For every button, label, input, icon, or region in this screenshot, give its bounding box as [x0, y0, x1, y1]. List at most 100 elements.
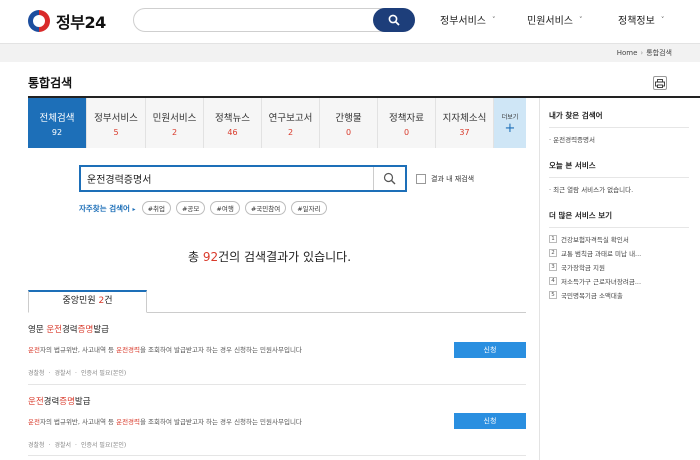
desc-text: 을 조회하여 발급받고자 하는 경우 신청하는 민원사무입니다	[140, 346, 302, 354]
keyword-chip[interactable]: #국민참여	[244, 201, 287, 215]
tab-policy-materials[interactable]: 정책자료 0	[378, 98, 436, 148]
result-meta: 경찰청 · 경찰서 · 인증서 필요(본인)	[28, 440, 526, 449]
list-item[interactable]: 2 교통 범칙금 과태료 미납 내...	[549, 246, 689, 260]
plus-icon: +	[504, 120, 516, 136]
desc-text: 자의 법규위반, 사고내역 등	[39, 418, 117, 426]
keyword-chip[interactable]: #여행	[210, 201, 240, 215]
tab-policy-news[interactable]: 정책뉴스 46	[204, 98, 262, 148]
list-item[interactable]: 1 건강보험자격득실 확인서	[549, 232, 689, 246]
site-logo[interactable]: 정부24	[28, 9, 106, 33]
list-number: 4	[549, 277, 557, 285]
empty-state-label: 최근 열람 서비스가 없습니다.	[553, 186, 634, 194]
list-item[interactable]: 5 국민명목기금 소액대출	[549, 288, 689, 302]
site-header: 정부24 정부서비스 ˅ 민원서비스 ˅ 정책정보 ˅	[0, 0, 700, 44]
list-label: 건강보험자격득실 확인서	[561, 236, 629, 244]
print-button[interactable]	[653, 76, 667, 90]
nav-civil-services[interactable]: 민원서비스 ˅	[527, 12, 583, 28]
summary-count: 92	[202, 250, 219, 264]
result-meta: 경찰청 · 경찰서 · 인증서 필요(본인)	[28, 368, 526, 377]
meta-separator: ·	[48, 442, 51, 449]
tab-label: 연구보고서	[268, 112, 313, 124]
search-icon	[388, 14, 400, 26]
meta-separator: ·	[48, 370, 51, 377]
tab-all[interactable]: 전체검색 92	[28, 98, 87, 148]
list-item[interactable]: 4 저소득가구 근로자녀장려금...	[549, 274, 689, 288]
desc-text: 자의 법규위반, 사고내역 등	[39, 346, 117, 354]
tab-count: 2	[287, 127, 294, 137]
list-label: 저소득가구 근로자녀장려금...	[561, 278, 642, 286]
meta-separator: ·	[75, 370, 77, 377]
meta-auth: 인증서 필요(본인)	[80, 442, 127, 449]
result-description: 운전자의 법규위반, 사고내역 등 운전경력을 조회하여 발급받고자 하는 경우…	[28, 416, 526, 426]
tab-count: 46	[227, 127, 238, 137]
breadcrumb-current: 통합검색	[646, 49, 672, 57]
result-description: 운전자의 법규위반, 사고내역 등 운전경력을 조회하여 발급받고자 하는 경우…	[28, 344, 526, 354]
nav-label: 정부서비스	[440, 16, 486, 27]
title-text: 경력	[43, 397, 60, 407]
desc-highlight: 운전경력	[116, 346, 141, 354]
nav-label: 민원서비스	[527, 16, 573, 27]
sidebar: 내가 찾은 검색어 · 운전경력증명서 오늘 본 서비스 · 최근 열람 서비스…	[549, 98, 689, 302]
nav-policy-info[interactable]: 정책정보 ˅	[618, 12, 665, 28]
more-services-list: 1 건강보험자격득실 확인서 2 교통 범칙금 과태료 미납 내... 3 국가장학금…	[549, 232, 689, 302]
keyword-chip[interactable]: #일자리	[291, 201, 327, 215]
meta-agency: 경찰청	[28, 370, 45, 377]
result-item: 영문 운전경력증명발급 운전자의 법규위반, 사고내역 등 운전경력을 조회하여…	[28, 323, 526, 377]
meta-office: 경찰서	[54, 442, 72, 449]
list-label: 국민명목기금 소액대출	[561, 292, 623, 300]
global-search-input[interactable]	[133, 8, 415, 32]
logo-text: 정부24	[56, 13, 106, 32]
meta-agency: 경찰청	[28, 442, 45, 449]
tab-civil-services[interactable]: 민원서비스 2	[146, 98, 204, 148]
tab-publications[interactable]: 간행물 0	[320, 98, 378, 148]
title-highlight: 증명	[59, 397, 75, 407]
result-title[interactable]: 영문 운전경력증명발급	[28, 323, 526, 335]
nav-government-services[interactable]: 정부서비스 ˅	[440, 12, 496, 28]
tab-count: 5	[113, 127, 119, 137]
keyword-chip[interactable]: #취업	[141, 201, 171, 215]
frequent-keywords: 자주찾는 검색어 ▸ #취업 #공모 #여행 #국민참여 #일자리	[79, 201, 332, 215]
tab-label: 민원서비스	[152, 112, 197, 124]
search-within-checkbox[interactable]	[416, 174, 426, 184]
category-tabs: 전체검색 92 정부서비스 5 민원서비스 2 정책뉴스 46 연구보고서 2 …	[28, 98, 526, 148]
sidebar-divider-line	[549, 227, 689, 228]
result-summary: 총 92건의 검색결과가 있습니다.	[0, 248, 539, 265]
result-tab-unit: 건	[104, 296, 113, 306]
list-item[interactable]: 3 국가장학금 지원	[549, 260, 689, 274]
apply-button[interactable]: 신청	[454, 342, 526, 358]
sidebar-heading: 내가 찾은 검색어	[549, 111, 603, 120]
apply-button[interactable]: 신청	[454, 413, 526, 429]
recent-search-item[interactable]: · 운전경력증명서	[549, 134, 689, 144]
tab-more[interactable]: 더보기 +	[494, 98, 526, 148]
meta-office: 경찰서	[54, 370, 72, 377]
title-text: 발급	[74, 397, 91, 407]
chevron-down-icon: ˅	[492, 15, 496, 24]
title-text: 경력	[61, 325, 78, 335]
tab-count: 2	[171, 127, 178, 137]
search-button[interactable]	[373, 167, 405, 190]
search-within-results[interactable]: 결과 내 재검색	[416, 174, 474, 184]
tab-central-civil[interactable]: 중앙민원 2건	[28, 290, 147, 313]
search-input[interactable]	[87, 171, 367, 186]
tab-government-services[interactable]: 정부서비스 5	[87, 98, 146, 148]
sidebar-divider	[539, 98, 540, 460]
keyword-chip[interactable]: #공모	[175, 201, 206, 215]
tab-label: 지자체소식	[442, 112, 487, 124]
sidebar-heading: 더 많은 서비스 보기	[549, 211, 613, 220]
list-label: 교통 범칙금 과태료 미납 내...	[561, 250, 642, 258]
summary-suffix: 건의 검색결과가 있습니다.	[218, 250, 352, 264]
chevron-down-icon: ˅	[660, 15, 665, 24]
tab-research-reports[interactable]: 연구보고서 2	[262, 98, 320, 148]
tab-local-news[interactable]: 지자체소식 37	[436, 98, 494, 148]
recent-search-label: 운전경력증명서	[553, 136, 596, 144]
breadcrumb-home[interactable]: Home	[617, 49, 638, 57]
sidebar-divider-line	[549, 177, 689, 178]
result-title[interactable]: 운전경력증명발급	[28, 395, 526, 407]
tab-count: 0	[345, 127, 352, 137]
global-search-button[interactable]	[373, 8, 415, 32]
breadcrumb-bar: Home › 통합검색	[0, 44, 700, 62]
empty-state-text: · 최근 열람 서비스가 없습니다.	[549, 186, 634, 194]
tab-label: 전체검색	[39, 112, 75, 124]
list-label: 국가장학금 지원	[561, 264, 605, 272]
tab-count: 92	[51, 127, 63, 137]
